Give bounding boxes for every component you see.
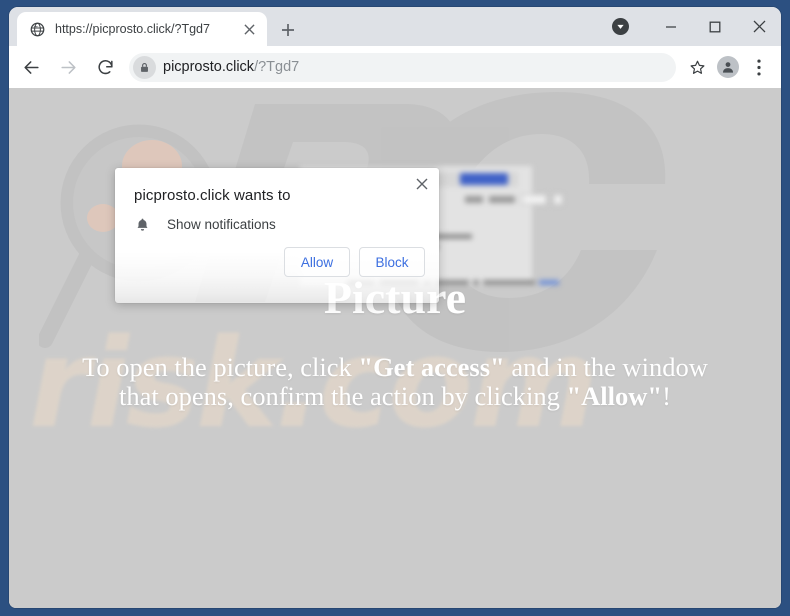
avatar	[717, 56, 739, 78]
widget-link	[489, 196, 515, 203]
lock-icon[interactable]	[133, 55, 156, 79]
download-indicator-icon[interactable]	[612, 18, 629, 35]
dialog-actions: Allow Block	[284, 247, 425, 277]
widget-chip	[521, 194, 547, 205]
browser-window: https://picprosto.click/?Tgd7 picprosto.…	[9, 7, 781, 608]
window-controls	[649, 7, 781, 46]
tab-title: https://picprosto.click/?Tgd7	[55, 22, 210, 36]
star-icon[interactable]	[683, 53, 711, 81]
close-window-icon[interactable]	[737, 7, 781, 46]
url-host: picprosto.click	[163, 59, 255, 75]
maximize-icon[interactable]	[693, 7, 737, 46]
back-arrow-icon[interactable]	[16, 52, 46, 82]
profile-avatar-icon[interactable]	[714, 53, 742, 81]
browser-toolbar: picprosto.click/?Tgd7	[9, 46, 781, 88]
bell-icon	[134, 216, 151, 233]
toolbar-actions	[680, 53, 773, 81]
widget-chip	[553, 194, 563, 205]
close-icon[interactable]	[411, 173, 433, 195]
forward-arrow-icon	[53, 52, 83, 82]
desktop-backdrop: https://picprosto.click/?Tgd7 picprosto.…	[0, 0, 790, 616]
address-bar[interactable]: picprosto.click/?Tgd7	[129, 52, 676, 82]
allow-button[interactable]: Allow	[284, 247, 350, 277]
tab-strip: https://picprosto.click/?Tgd7	[9, 7, 781, 46]
three-dot-menu-icon[interactable]	[745, 53, 773, 81]
page-instruction: To open the picture, click "Get access" …	[9, 353, 781, 410]
url-path: /?Tgd7	[254, 59, 300, 75]
page-viewport: risk.com To open the picture, click "Get…	[9, 88, 781, 608]
notification-permission-dialog: picprosto.click wants to Show notificati…	[115, 168, 439, 303]
minimize-icon[interactable]	[649, 7, 693, 46]
instruction-part-a: To open the picture, click	[82, 352, 359, 383]
browser-tab[interactable]: https://picprosto.click/?Tgd7	[17, 12, 267, 46]
new-tab-button[interactable]	[275, 17, 301, 43]
close-tab-icon[interactable]	[239, 19, 259, 39]
instruction-emphasis-allow: "Allow"	[566, 380, 663, 411]
permission-row: Show notifications	[134, 216, 276, 233]
reload-icon[interactable]	[90, 52, 120, 82]
widget-link	[465, 196, 483, 203]
widget-primary-button	[460, 173, 508, 185]
globe-icon	[29, 21, 46, 38]
url-text: picprosto.click/?Tgd7	[163, 59, 299, 75]
block-button[interactable]: Block	[359, 247, 425, 277]
widget-links	[465, 194, 563, 205]
dialog-title: picprosto.click wants to	[134, 187, 291, 204]
instruction-part-e: !	[662, 380, 671, 411]
instruction-emphasis-get-access: "Get access"	[358, 352, 505, 383]
permission-label: Show notifications	[167, 217, 276, 232]
